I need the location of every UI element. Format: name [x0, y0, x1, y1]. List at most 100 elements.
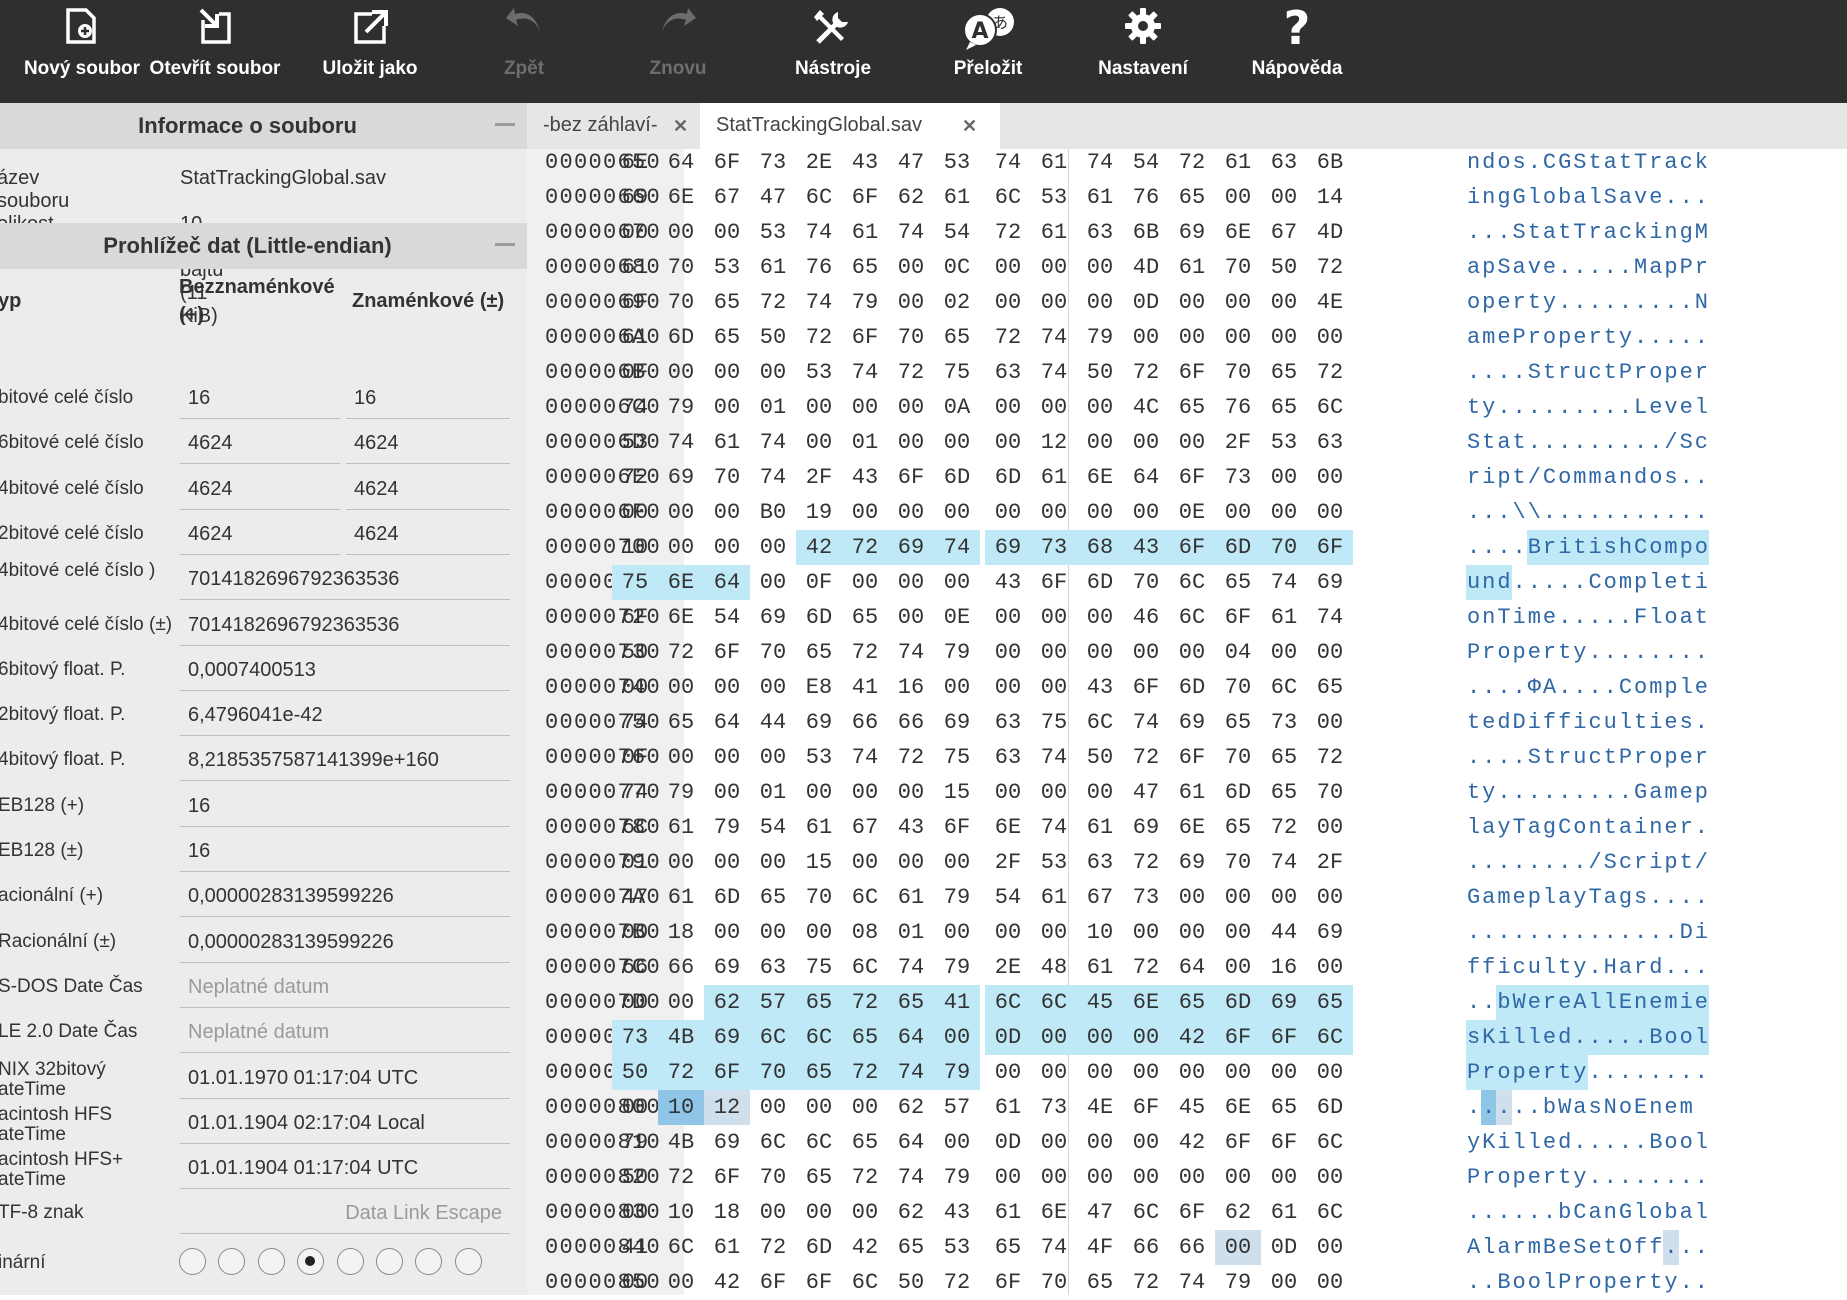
hex-byte[interactable]: 61	[612, 250, 658, 285]
hex-byte[interactable]: 70	[1215, 740, 1261, 775]
hex-byte[interactable]: 6E	[1031, 1195, 1077, 1230]
hex-byte[interactable]: 48	[1031, 950, 1077, 985]
hex-byte[interactable]: 00	[612, 985, 658, 1020]
hex-byte[interactable]: 68	[1077, 530, 1123, 565]
hex-byte[interactable]: 79	[658, 775, 704, 810]
hex-byte[interactable]: 6E	[658, 565, 704, 600]
hex-byte[interactable]: 00	[842, 565, 888, 600]
hex-byte[interactable]: 0F	[612, 355, 658, 390]
hex-byte[interactable]: 79	[612, 1125, 658, 1160]
hex-byte[interactable]: 00	[985, 425, 1031, 460]
hex-byte[interactable]: 65	[1261, 775, 1307, 810]
hex-byte[interactable]: 47	[1077, 1195, 1123, 1230]
hex-byte[interactable]: 6C	[612, 810, 658, 845]
hex-byte[interactable]: 65	[842, 1125, 888, 1160]
hex-byte[interactable]: 69	[985, 530, 1031, 565]
hex-byte[interactable]: 70	[1123, 565, 1169, 600]
hex-byte[interactable]: 63	[1261, 145, 1307, 180]
hex-byte[interactable]: 00	[704, 355, 750, 390]
hex-byte[interactable]: 72	[888, 355, 934, 390]
hex-byte[interactable]: 70	[1261, 530, 1307, 565]
hex-byte[interactable]: 0E	[934, 600, 980, 635]
hex-byte[interactable]: 50	[612, 635, 658, 670]
hex-byte[interactable]: 61	[1215, 145, 1261, 180]
hex-byte[interactable]: 76	[1215, 390, 1261, 425]
hex-byte[interactable]: 42	[1169, 1125, 1215, 1160]
hex-byte[interactable]: 66	[658, 950, 704, 985]
hex-byte[interactable]: 61	[1261, 1195, 1307, 1230]
hex-byte[interactable]: 65	[796, 635, 842, 670]
hex-byte[interactable]: 2F	[1307, 845, 1353, 880]
hex-byte[interactable]: 50	[1261, 250, 1307, 285]
ascii-text[interactable]: ...StatTrackingM	[1466, 215, 1709, 250]
hex-byte[interactable]: 74	[612, 775, 658, 810]
hex-byte[interactable]: 45	[1169, 1090, 1215, 1125]
hex-byte[interactable]: 50	[750, 320, 796, 355]
hex-byte[interactable]: 6C	[796, 180, 842, 215]
hex-byte[interactable]: 69	[750, 600, 796, 635]
hex-byte[interactable]: 69	[1169, 215, 1215, 250]
hex-byte[interactable]: 6D	[796, 600, 842, 635]
hex-byte[interactable]: 00	[1215, 1230, 1261, 1265]
hex-byte[interactable]: 00	[1215, 1055, 1261, 1090]
hex-byte[interactable]: 61	[888, 880, 934, 915]
hex-byte[interactable]: 4C	[1123, 390, 1169, 425]
hex-byte[interactable]: 63	[985, 740, 1031, 775]
hex-byte[interactable]: 53	[750, 215, 796, 250]
hex-byte[interactable]: 70	[704, 460, 750, 495]
bit-radio[interactable]	[415, 1247, 443, 1275]
hex-byte[interactable]: 79	[842, 285, 888, 320]
hex-byte[interactable]: 54	[704, 600, 750, 635]
hex-byte[interactable]: 73	[1123, 880, 1169, 915]
hex-byte[interactable]: 00	[1261, 285, 1307, 320]
hex-byte[interactable]: 00	[934, 495, 980, 530]
hex-byte[interactable]: 2E	[985, 950, 1031, 985]
hex-byte[interactable]: 00	[842, 775, 888, 810]
hex-byte[interactable]: 70	[1215, 355, 1261, 390]
hex-byte[interactable]: 42	[842, 1230, 888, 1265]
hex-byte[interactable]: 00	[1261, 1160, 1307, 1195]
hex-byte[interactable]: 00	[934, 845, 980, 880]
hex-byte[interactable]: 00	[1077, 250, 1123, 285]
hex-byte[interactable]: 00	[612, 1195, 658, 1230]
hex-byte[interactable]: 0D	[985, 1125, 1031, 1160]
hex-byte[interactable]: 6F	[704, 145, 750, 180]
hex-byte[interactable]: 00	[985, 250, 1031, 285]
hex-byte[interactable]: 00	[985, 635, 1031, 670]
hex-byte[interactable]: 01	[888, 915, 934, 950]
hex-byte[interactable]: 70	[888, 320, 934, 355]
hex-byte[interactable]: 74	[1031, 355, 1077, 390]
hex-byte[interactable]: 00	[888, 845, 934, 880]
hex-byte[interactable]: 72	[1123, 355, 1169, 390]
value-field[interactable]: 16	[180, 786, 510, 827]
unsigned-value-field[interactable]: 4624	[180, 469, 340, 510]
hex-byte[interactable]: 61	[1031, 145, 1077, 180]
hex-byte[interactable]: 14	[1307, 180, 1353, 215]
ascii-text[interactable]: Stat........./Sc	[1466, 425, 1709, 460]
ascii-text[interactable]: ....BritishCompo	[1466, 530, 1709, 565]
hex-byte[interactable]: 00	[1261, 635, 1307, 670]
hex-byte[interactable]: 74	[1031, 1230, 1077, 1265]
hex-byte[interactable]: 0E	[1169, 495, 1215, 530]
bit-radio[interactable]	[297, 1247, 325, 1275]
hex-byte[interactable]: 00	[1077, 600, 1123, 635]
hex-byte[interactable]: 54	[985, 880, 1031, 915]
hex-byte[interactable]: 00	[1169, 1160, 1215, 1195]
hex-byte[interactable]: 65	[888, 985, 934, 1020]
hex-byte[interactable]: 61	[934, 180, 980, 215]
hex-byte[interactable]: 6B	[1123, 215, 1169, 250]
hex-byte[interactable]: 6B	[1307, 145, 1353, 180]
hex-byte[interactable]: 74	[796, 215, 842, 250]
hex-byte[interactable]: 6E	[658, 180, 704, 215]
ascii-text[interactable]: ..bWereAllEnemie	[1466, 985, 1709, 1020]
hex-byte[interactable]: 65	[704, 320, 750, 355]
hex-byte[interactable]: 70	[1307, 775, 1353, 810]
hex-byte[interactable]: 44	[1261, 915, 1307, 950]
hex-byte[interactable]: 63	[1077, 215, 1123, 250]
hex-byte[interactable]: 72	[842, 635, 888, 670]
hex-byte[interactable]: 00	[704, 845, 750, 880]
hex-byte[interactable]: 62	[888, 180, 934, 215]
hex-byte[interactable]: 00	[1215, 1160, 1261, 1195]
hex-byte[interactable]: 79	[934, 1160, 980, 1195]
hex-byte[interactable]: 00	[1261, 180, 1307, 215]
